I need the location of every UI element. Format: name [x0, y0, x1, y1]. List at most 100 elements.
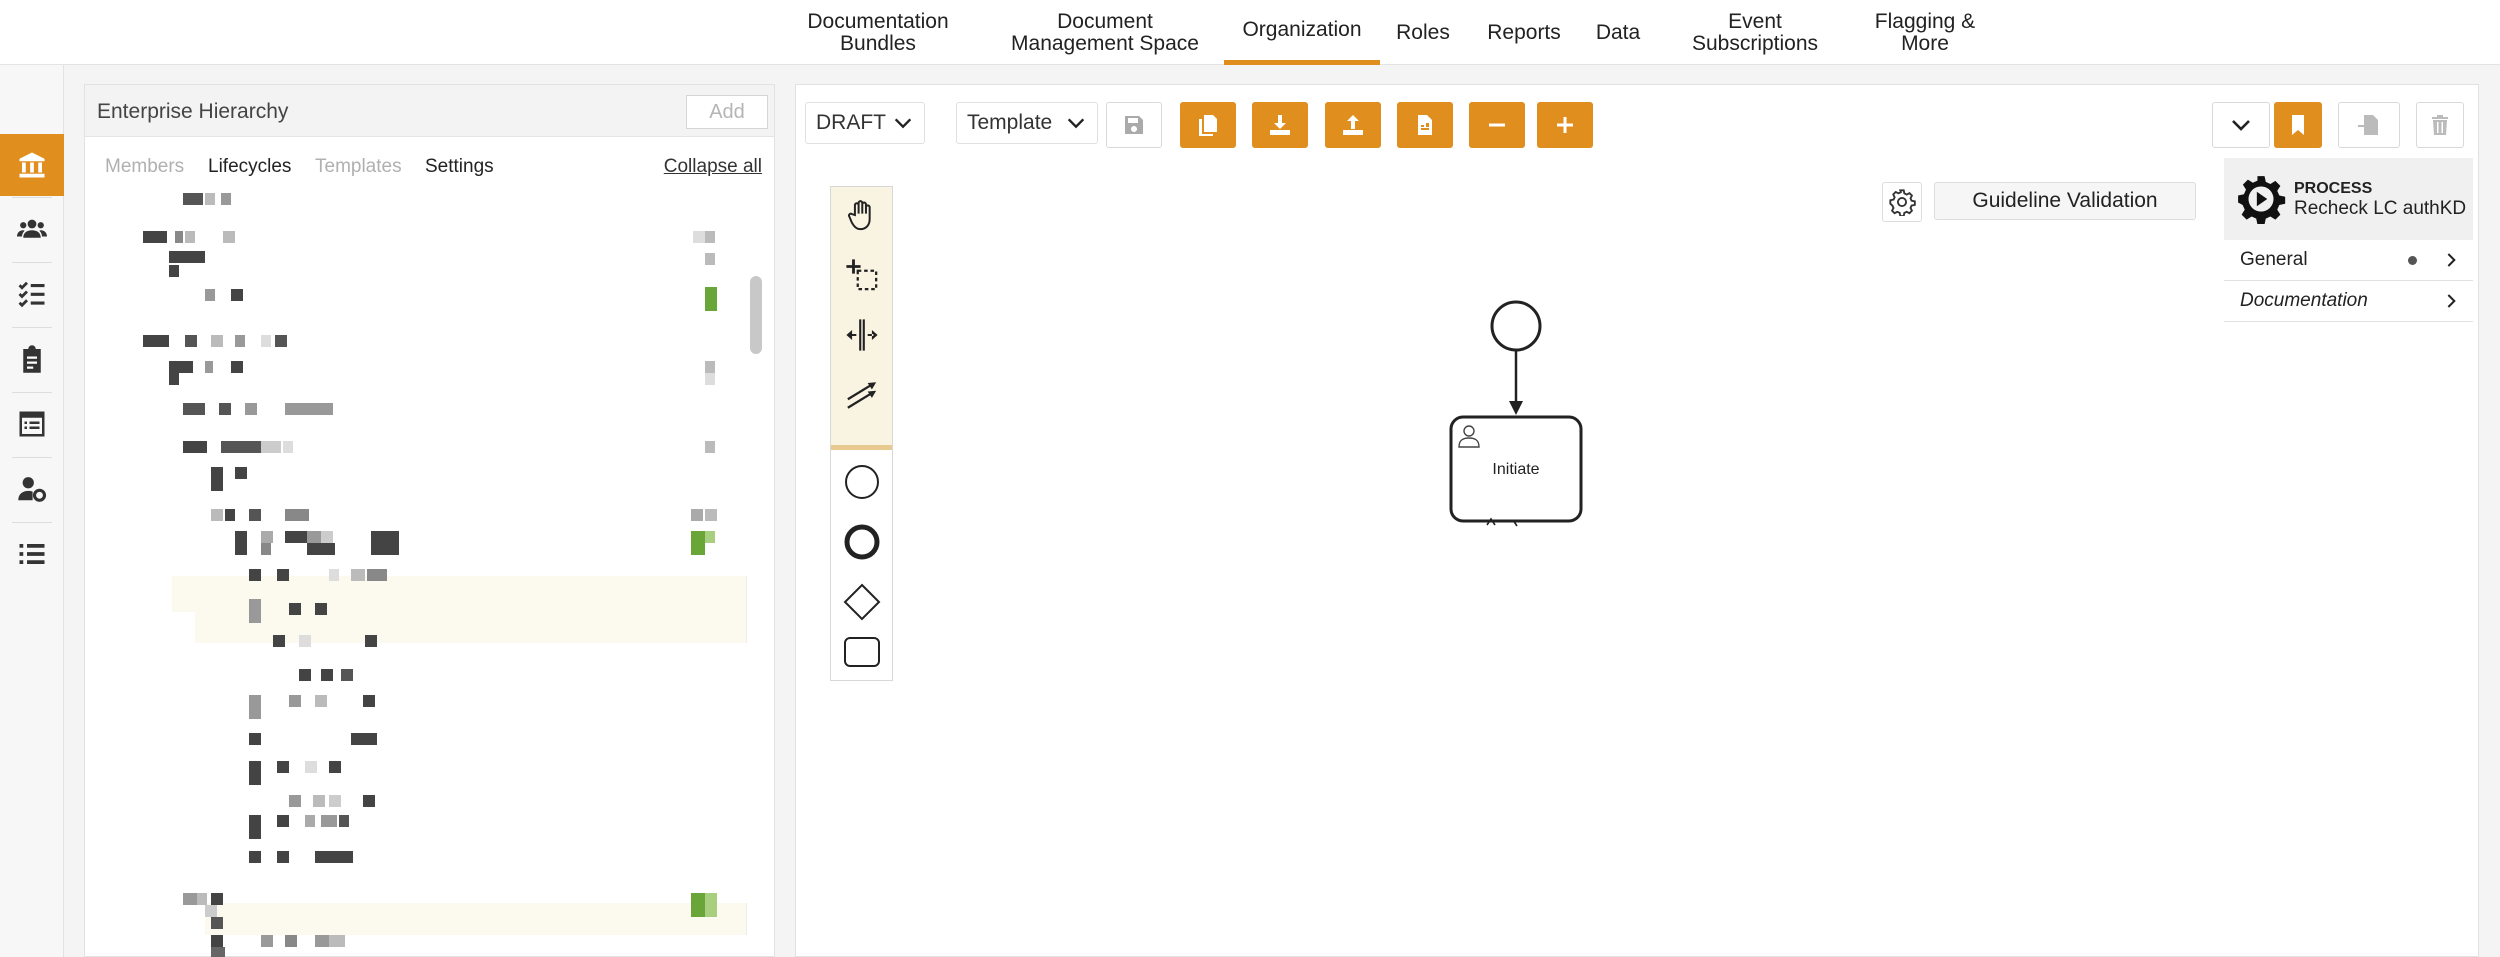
status-select[interactable]: DRAFT	[805, 102, 925, 144]
export-pdf-button[interactable]	[1397, 102, 1453, 148]
rail-user-settings-button[interactable]	[0, 458, 64, 520]
obfuscated-tree-content	[305, 761, 317, 773]
tab-settings[interactable]: Settings	[425, 156, 494, 178]
save-icon	[1125, 116, 1143, 134]
type-select[interactable]: Template	[956, 102, 1098, 144]
nav-document-management-space[interactable]: Document Management Space	[996, 0, 1214, 65]
obfuscated-tree-content	[219, 403, 231, 415]
task-label: Initiate	[1492, 461, 1539, 478]
obfuscated-tree-content	[261, 543, 271, 555]
tab-members[interactable]: Members	[105, 156, 184, 178]
obfuscated-tree-content	[249, 707, 261, 719]
rail-clipboard-button[interactable]	[0, 328, 64, 390]
zoom-out-button[interactable]	[1469, 102, 1525, 148]
rail-calendar-button[interactable]	[0, 393, 64, 455]
obfuscated-tree-content	[235, 335, 245, 347]
tab-lifecycles[interactable]: Lifecycles	[208, 156, 291, 178]
import-button[interactable]	[2338, 102, 2400, 148]
nav-reports[interactable]: Reports	[1476, 0, 1572, 65]
hand-tool-icon	[847, 200, 871, 231]
save-button[interactable]	[1106, 102, 1162, 148]
obfuscated-tree-content	[705, 231, 715, 243]
zoom-out-icon	[1489, 123, 1505, 127]
rail-organization-button[interactable]	[0, 134, 64, 196]
zoom-in-button[interactable]	[1537, 102, 1593, 148]
download-button[interactable]	[1252, 102, 1308, 148]
start-event-icon	[844, 465, 879, 499]
obfuscated-tree-content	[299, 635, 311, 647]
tab-templates[interactable]: Templates	[315, 156, 402, 178]
file-import-icon	[2358, 115, 2378, 135]
nav-organization[interactable]: Organization	[1224, 0, 1380, 65]
calendar-list-icon	[19, 411, 45, 437]
properties-documentation-row[interactable]: Documentation	[2224, 281, 2473, 322]
rail-list-button[interactable]	[0, 523, 64, 585]
nav-event-subscriptions[interactable]: Event Subscriptions	[1680, 0, 1830, 65]
obfuscated-tree-content	[245, 403, 257, 415]
hierarchy-tree[interactable]	[85, 191, 774, 957]
guideline-validation-button[interactable]: Guideline Validation	[1934, 182, 2196, 220]
obfuscated-tree-content	[363, 695, 375, 707]
user-gear-icon	[18, 477, 47, 502]
delete-button[interactable]	[2416, 102, 2464, 148]
gateway-tool[interactable]	[831, 574, 892, 630]
obfuscated-tree-content	[249, 695, 261, 707]
nav-flagging-more[interactable]: Flagging & More	[1860, 0, 1990, 65]
task-tool[interactable]	[831, 624, 892, 680]
connect-tool[interactable]	[831, 367, 892, 423]
start-event-tool[interactable]	[831, 454, 892, 510]
obfuscated-tree-content	[289, 695, 301, 707]
obfuscated-tree-content	[183, 441, 207, 453]
space-tool[interactable]	[831, 307, 892, 363]
tree-scrollbar-thumb[interactable]	[750, 276, 762, 354]
lasso-tool[interactable]	[831, 247, 892, 303]
rail-users-button[interactable]	[0, 198, 64, 260]
status-indicator	[705, 903, 717, 917]
obfuscated-tree-content	[249, 773, 261, 785]
process-gear-icon	[2238, 176, 2286, 224]
institution-icon	[19, 152, 45, 178]
copy-button[interactable]	[1180, 102, 1236, 148]
users-icon	[17, 219, 47, 238]
obfuscated-tree-content	[211, 479, 223, 491]
task-initiate[interactable]	[1449, 415, 1583, 523]
nav-data[interactable]: Data	[1586, 0, 1650, 65]
obfuscated-tree-content	[225, 509, 235, 521]
nav-documentation-bundles[interactable]: Documentation Bundles	[790, 0, 966, 65]
status-select-value: DRAFT	[816, 111, 886, 134]
obfuscated-tree-content	[307, 543, 335, 555]
process-properties-header: PROCESS Recheck LC authKD	[2224, 158, 2473, 240]
obfuscated-tree-content	[175, 231, 183, 243]
obfuscated-tree-content	[235, 543, 247, 555]
obfuscated-tree-content	[169, 373, 179, 385]
obfuscated-tree-content	[249, 509, 261, 521]
obfuscated-tree-content	[705, 509, 717, 521]
connect-tool-icon	[846, 382, 876, 409]
obfuscated-tree-content	[205, 361, 213, 373]
obfuscated-tree-content	[283, 441, 293, 453]
obfuscated-tree-content	[321, 815, 337, 827]
properties-general-row[interactable]: General	[2224, 240, 2473, 281]
obfuscated-tree-content	[329, 569, 339, 581]
rail-checklist-button[interactable]	[0, 263, 64, 325]
start-event[interactable]	[1490, 300, 1542, 352]
obfuscated-tree-content	[693, 231, 705, 243]
upload-button[interactable]	[1325, 102, 1381, 148]
obfuscated-tree-content	[169, 251, 205, 263]
more-options-dropdown[interactable]	[2212, 102, 2270, 148]
end-event-tool[interactable]	[831, 514, 892, 570]
collapse-all-link[interactable]: Collapse all	[664, 156, 762, 178]
obfuscated-tree-content	[249, 569, 261, 581]
nav-roles[interactable]: Roles	[1388, 0, 1458, 65]
obfuscated-tree-content	[261, 441, 281, 453]
obfuscated-tree-content	[273, 635, 285, 647]
obfuscated-tree-content	[249, 733, 261, 745]
obfuscated-tree-content	[221, 193, 231, 205]
chevron-down-icon	[2232, 120, 2250, 131]
add-button[interactable]: Add	[686, 95, 768, 129]
clipboard-icon	[23, 345, 41, 373]
bookmark-button[interactable]	[2274, 102, 2322, 148]
hand-tool[interactable]	[831, 187, 892, 243]
canvas-settings-button[interactable]	[1882, 182, 1922, 222]
obfuscated-tree-content	[321, 669, 333, 681]
